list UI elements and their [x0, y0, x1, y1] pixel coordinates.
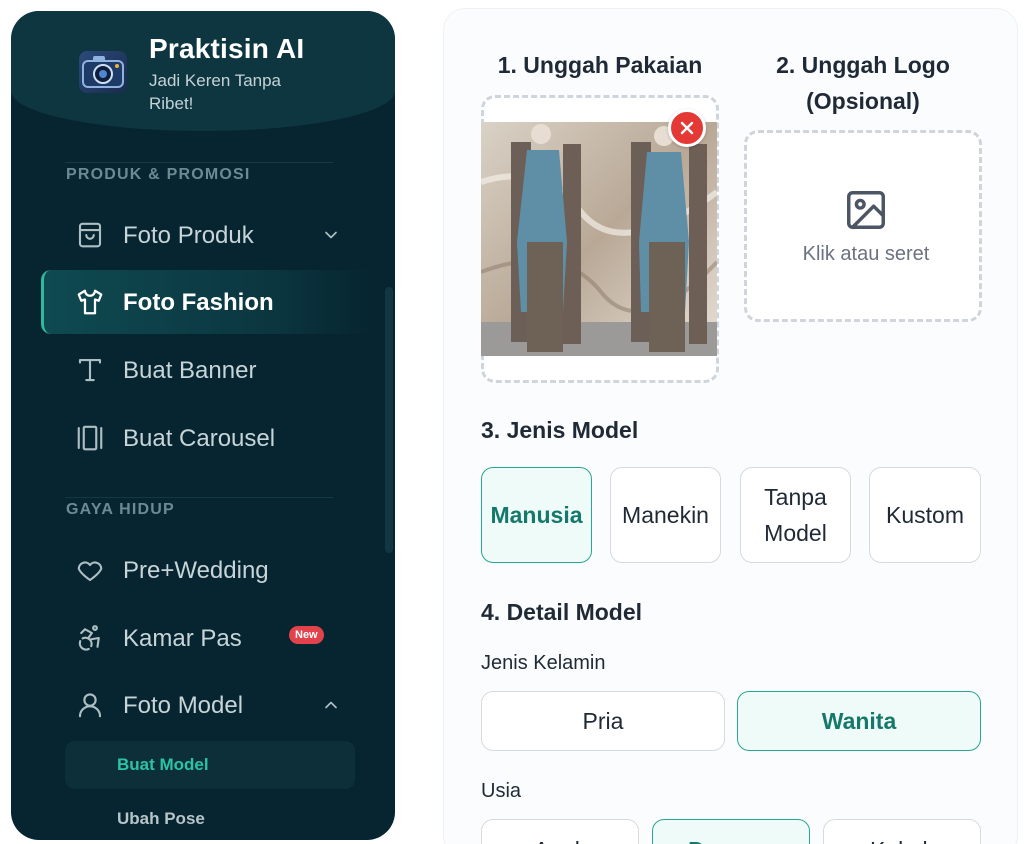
sidebar-subitem-buat-model[interactable]: Buat Model [65, 741, 355, 789]
sidebar: Praktisin AI Jadi Keren Tanpa Ribet! PRO… [11, 11, 395, 840]
sidebar-item-label: Kamar Pas [123, 625, 242, 652]
gender-label: Jenis Kelamin [481, 652, 606, 674]
sidebar-item-label: Buat Banner [123, 357, 257, 384]
sidebar-subitem-label: Ubah Pose [117, 809, 205, 828]
carousel-icon [75, 423, 105, 453]
model-type-tanpa-model[interactable]: Tanpa Model [740, 467, 851, 563]
chevron-up-icon[interactable] [321, 695, 341, 715]
sidebar-item-label: Foto Produk [123, 222, 254, 249]
close-icon [680, 121, 694, 135]
sidebar-item-foto-fashion[interactable]: Foto Fashion [41, 270, 371, 334]
sidebar-scrollbar[interactable] [385, 287, 393, 553]
age-option-dewasa[interactable]: Dewasa [652, 819, 810, 844]
main-panel: 1. Unggah Pakaian 2. Unggah Logo (Opsion… [443, 8, 1018, 844]
sidebar-item-pre-wedding[interactable]: Pre+Wedding [41, 538, 371, 602]
section-label-produk-promosi: PRODUK & PROMOSI [66, 166, 251, 183]
shirt-icon [75, 287, 105, 317]
divider [65, 497, 333, 498]
sidebar-item-label: Foto Fashion [123, 289, 274, 316]
sidebar-item-buat-banner[interactable]: Buat Banner [41, 338, 371, 402]
step4-title: 4. Detail Model [481, 599, 643, 625]
sidebar-subitem-ubah-pose[interactable]: Ubah Pose [65, 795, 355, 840]
model-type-manusia[interactable]: Manusia [481, 467, 592, 563]
chevron-down-icon[interactable] [321, 225, 341, 245]
shopping-bag-icon [75, 220, 105, 250]
remove-image-button[interactable] [668, 109, 706, 147]
model-type-kustom[interactable]: Kustom [869, 467, 981, 563]
step2-title: 2. Unggah Logo (Opsional) [776, 52, 950, 114]
heart-icon [75, 555, 105, 585]
sidebar-item-foto-model[interactable]: Foto Model [41, 673, 371, 737]
dropzone-text: Klik atau seret [802, 243, 930, 265]
sidebar-item-label: Pre+Wedding [123, 557, 269, 584]
section-label-gaya-hidup: GAYA HIDUP [66, 501, 175, 518]
sidebar-item-foto-produk[interactable]: Foto Produk [41, 203, 371, 267]
sidebar-item-buat-carousel[interactable]: Buat Carousel [41, 406, 371, 470]
accessibility-icon [75, 623, 105, 653]
user-icon [75, 690, 105, 720]
gender-option-wanita[interactable]: Wanita [737, 691, 981, 751]
model-type-manekin[interactable]: Manekin [610, 467, 721, 563]
image-icon [843, 187, 889, 233]
sidebar-item-label: Buat Carousel [123, 425, 276, 452]
gender-option-pria[interactable]: Pria [481, 691, 725, 751]
divider [65, 162, 333, 163]
age-option-anak[interactable]: Anak [481, 819, 639, 844]
sidebar-item-label: Foto Model [123, 692, 244, 719]
sidebar-subitem-label: Buat Model [117, 755, 209, 774]
logo-upload-dropzone[interactable]: Klik atau seret [744, 130, 982, 322]
sidebar-item-kamar-pas[interactable]: Kamar Pas New [41, 606, 371, 670]
step3-title: 3. Jenis Model [481, 417, 639, 443]
text-type-icon [75, 355, 105, 385]
brand-logo [79, 51, 127, 93]
brand-title: Praktisin AI [149, 33, 305, 64]
garment-photo [481, 122, 717, 356]
age-option-kakek[interactable]: Kakek [823, 819, 981, 844]
brand-header: Praktisin AI Jadi Keren Tanpa Ribet! [11, 11, 395, 131]
age-label: Usia [481, 780, 522, 802]
step1-title: 1. Unggah Pakaian [497, 52, 703, 78]
brand-subtitle: Jadi Keren Tanpa Ribet! [149, 71, 282, 113]
new-badge: New [289, 626, 324, 644]
